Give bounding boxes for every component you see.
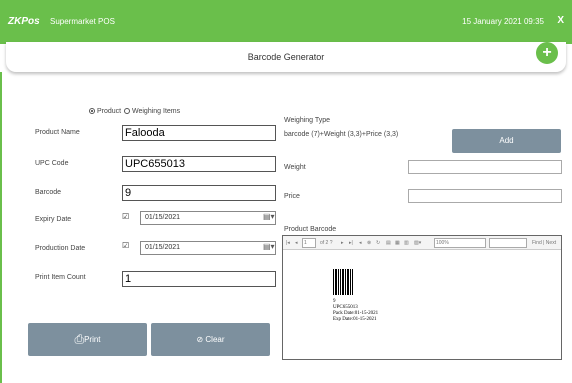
expiry-date-label: Expiry Date xyxy=(35,216,72,223)
title-bar: ZKPos Supermarket POS 15 January 2021 09… xyxy=(0,0,572,44)
production-date-value: 01/15/2021 xyxy=(145,244,181,251)
page-title: Barcode Generator xyxy=(247,52,325,62)
radio-selected-icon xyxy=(89,108,95,114)
radio-product[interactable]: Product xyxy=(89,108,121,115)
calendar-dropdown-icon[interactable]: ▤▾ xyxy=(263,242,275,251)
radio-unselected-icon xyxy=(124,108,130,114)
refresh-icon[interactable]: ↻ xyxy=(376,240,380,246)
add-button[interactable]: Add xyxy=(452,129,561,153)
product-barcode-label: Product Barcode xyxy=(284,226,337,233)
report-toolbar: |◂ ◂ 1 of 2 ? ▸ ▸| ◂ ⊗ ↻ ▤ ▦ ▥ ▧▾ 100% F… xyxy=(283,236,561,250)
back-icon[interactable]: ◂ xyxy=(359,240,362,246)
datetime-display: 15 January 2021 09:35 xyxy=(462,17,544,26)
barcode-input[interactable]: 9 xyxy=(122,185,276,201)
price-input[interactable] xyxy=(408,189,562,203)
export-icon[interactable]: ▧▾ xyxy=(414,240,421,246)
barcode-label: Barcode xyxy=(35,189,62,196)
printer-icon: ⎙ xyxy=(74,332,85,346)
clear-icon: ⊘ xyxy=(196,335,204,344)
expiry-date-picker[interactable]: 01/15/2021 xyxy=(140,211,276,225)
print-exp-date: Exp Date:01-15-2021 xyxy=(333,317,377,322)
stop-icon[interactable]: ⊗ xyxy=(367,240,371,246)
product-name-label: Product Name xyxy=(35,129,80,136)
find-input[interactable] xyxy=(489,238,527,248)
weight-label: Weight xyxy=(284,164,306,171)
radio-weighing-label: Weighing Items xyxy=(132,108,181,115)
calendar-dropdown-icon[interactable]: ▤▾ xyxy=(263,212,275,221)
barcode-report-viewer: |◂ ◂ 1 of 2 ? ▸ ▸| ◂ ⊗ ↻ ▤ ▦ ▥ ▧▾ 100% F… xyxy=(282,235,562,360)
find-next-links[interactable]: Find | Next xyxy=(532,240,556,246)
zoom-select[interactable]: 100% xyxy=(434,238,486,248)
product-name-input[interactable]: Falooda xyxy=(122,125,276,141)
upc-code-input[interactable]: UPC655013 xyxy=(122,156,276,172)
radio-product-label: Product xyxy=(97,108,122,115)
clear-button-label: Clear xyxy=(205,335,225,344)
upc-code-label: UPC Code xyxy=(35,160,69,167)
next-page-icon[interactable]: ▸ xyxy=(341,240,344,246)
page-setup-icon[interactable]: ▥ xyxy=(404,240,409,246)
print-button[interactable]: ⎙Print xyxy=(28,323,147,356)
price-label: Price xyxy=(284,193,300,200)
barcode-image xyxy=(333,269,353,295)
print-item-count-input[interactable]: 1 xyxy=(122,271,276,287)
last-page-icon[interactable]: ▸| xyxy=(349,240,353,246)
clear-button[interactable]: ⊘ Clear xyxy=(151,323,270,356)
weight-input[interactable] xyxy=(408,160,562,174)
prev-page-icon[interactable]: ◂ xyxy=(295,240,298,246)
expiry-date-value: 01/15/2021 xyxy=(145,214,181,221)
radio-weighing-items[interactable]: Weighing Items xyxy=(124,108,180,115)
left-accent-border xyxy=(0,72,2,383)
header-card: Barcode Generator xyxy=(6,42,566,72)
first-page-icon[interactable]: |◂ xyxy=(286,240,290,246)
production-date-picker[interactable]: 01/15/2021 xyxy=(140,241,276,255)
close-button[interactable]: X xyxy=(557,15,564,26)
print-button-label: Print xyxy=(84,335,101,344)
app-name: Supermarket POS xyxy=(50,17,115,26)
print-item-count-label: Print Item Count xyxy=(35,274,86,281)
page-number-input[interactable]: 1 xyxy=(302,238,316,248)
page-count: of 2 ? xyxy=(320,240,333,246)
expiry-date-checkbox[interactable]: ☑ xyxy=(122,212,129,221)
weighing-type-label: Weighing Type xyxy=(284,117,331,124)
print-layout-icon[interactable]: ▦ xyxy=(395,240,400,246)
app-logo: ZKPos xyxy=(8,16,40,27)
production-date-label: Production Date xyxy=(35,245,86,252)
print-report-icon[interactable]: ▤ xyxy=(386,240,391,246)
production-date-checkbox[interactable]: ☑ xyxy=(122,241,129,250)
weighing-type-value: barcode (7)+Weight (3,3)+Price (3,3) xyxy=(284,131,399,138)
add-icon-button[interactable]: + xyxy=(536,42,558,64)
